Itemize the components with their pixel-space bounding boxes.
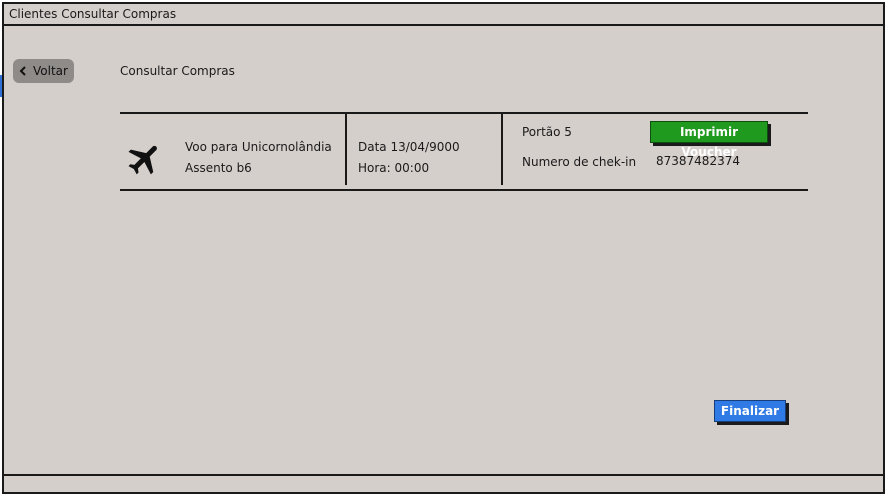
purchase-card: Voo para Unicornolândia Assento b6 Data … — [120, 111, 808, 191]
back-button[interactable]: Voltar — [13, 59, 74, 83]
flight-name: Voo para Unicornolândia — [185, 140, 332, 154]
flight-date: Data 13/04/9000 — [358, 140, 460, 154]
finish-button[interactable]: Finalizar — [714, 400, 786, 422]
seat-number: Assento b6 — [185, 161, 252, 175]
status-bar — [4, 474, 883, 492]
divider — [120, 189, 808, 191]
app-window: Clientes Consultar Compras Voltar Consul… — [2, 2, 885, 494]
column-divider — [345, 113, 347, 185]
airplane-icon — [125, 139, 165, 179]
page-title: Consultar Compras — [120, 64, 235, 78]
window-title: Clientes Consultar Compras — [4, 4, 883, 26]
flight-time: Hora: 00:00 — [358, 161, 430, 175]
back-button-label: Voltar — [33, 64, 68, 78]
chevron-left-icon — [19, 66, 27, 76]
divider — [120, 112, 808, 114]
gate-label: Portão 5 — [522, 125, 572, 139]
checkin-label: Numero de chek-in — [522, 155, 637, 169]
print-voucher-button[interactable]: Imprimir Voucher — [650, 121, 768, 159]
column-divider — [501, 113, 503, 185]
